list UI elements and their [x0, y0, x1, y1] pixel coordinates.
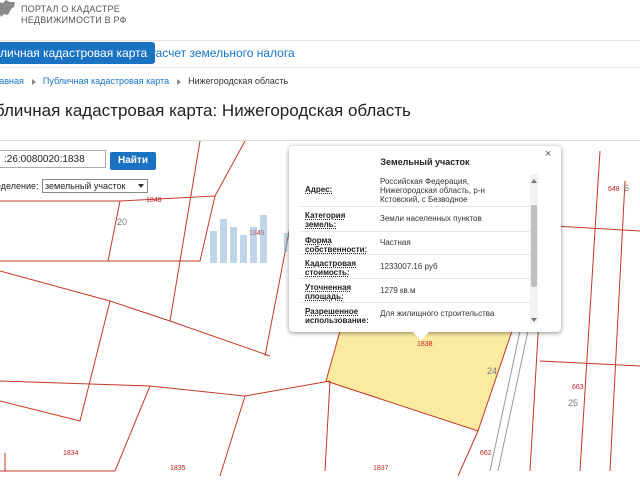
lot-number-label: 20: [117, 217, 128, 227]
detail-value: Для жилищного строительства: [380, 309, 495, 318]
parcel-boundary: [109, 300, 171, 322]
detail-value: 1233007.16 руб: [380, 262, 438, 271]
object-type-select[interactable]: земельный участок: [42, 179, 148, 193]
breadcrumb-separator-icon: [31, 78, 36, 85]
scroll-up-icon[interactable]: [531, 179, 537, 183]
detail-row-address: Адрес: Российская Федерация, Нижегородск…: [300, 174, 530, 207]
parcel-boundary: [149, 385, 246, 477]
parcel-boundary: [457, 430, 479, 477]
parcel-boundary: [0, 270, 111, 422]
breadcrumb-map-link[interactable]: Публичная кадастровая карта: [43, 76, 169, 86]
russia-map-logo-icon[interactable]: [0, 0, 16, 18]
parcel-boundary: [0, 380, 151, 472]
detail-key: Уточненная площадь:: [305, 283, 352, 301]
detail-row-area: Уточненная площадь: 1279 кв.м: [300, 279, 530, 303]
parcel-label: 1849: [249, 230, 265, 237]
parcel-boundary: [539, 360, 640, 367]
parcel-boundary: [244, 380, 331, 397]
parcel-boundary: [324, 380, 331, 472]
parcel-label: 1835: [170, 465, 186, 472]
lot-number-label: 6: [624, 183, 630, 193]
find-button[interactable]: Найти: [110, 152, 156, 170]
cadastral-number-input[interactable]: :26:0080020:1838: [0, 150, 106, 168]
breadcrumb-separator-icon: [177, 78, 182, 85]
parcel-label: 648: [608, 186, 620, 193]
main-nav: личная кадастровая карта Расчет земельно…: [0, 40, 640, 68]
parcel-label: 1837: [373, 465, 389, 472]
parcel-boundary: [554, 225, 640, 232]
tab-public-cadastral-map[interactable]: личная кадастровая карта: [0, 42, 156, 64]
tab-land-tax-calculation[interactable]: Расчет земельного налога: [148, 42, 295, 64]
detail-value: Земли населенных пунктов: [380, 214, 482, 223]
popup-scrollbar-thumb[interactable]: [531, 205, 537, 287]
detail-key: Форма собственности:: [305, 236, 368, 254]
detail-value: Российская Федерация, Нижегородская обла…: [380, 177, 485, 204]
lot-number-label: 24: [487, 366, 498, 376]
parcel-label: 663: [572, 384, 584, 391]
popup-details-table[interactable]: Адрес: Российская Федерация, Нижегородск…: [300, 174, 530, 324]
detail-row-ownership: Форма собственности: Частная: [300, 232, 530, 255]
breadcrumb: лавная Публичная кадастровая карта Нижегор…: [0, 76, 288, 86]
popup-pointer: [412, 331, 430, 340]
detail-key: Категория земель:: [305, 211, 346, 229]
detail-key: Адрес:: [305, 185, 333, 194]
breadcrumb-current: Нижегородская область: [188, 76, 289, 86]
detail-key: Разрешенное использование:: [305, 307, 369, 324]
logo-line-1: ПОРТАЛ О КАДАСТРЕ: [21, 4, 120, 14]
detail-value: Частная: [380, 238, 411, 247]
parcel-boundary: [169, 320, 271, 357]
parcel-boundary: [169, 141, 201, 322]
detail-row-usage: Разрешенное использование: Для жилищного…: [300, 303, 530, 324]
page-title: бличная кадастровая карта: Нижегородская…: [0, 101, 411, 120]
parcel-label: 1834: [63, 450, 79, 457]
site-header: ПОРТАЛ О КАДАСТРЕ НЕДВИЖИМОСТИ В РФ: [0, 0, 640, 38]
portal-logo-text[interactable]: ПОРТАЛ О КАДАСТРЕ НЕДВИЖИМОСТИ В РФ: [21, 4, 127, 26]
lot-number-label: 25: [568, 398, 579, 408]
object-type-selected: земельный участок: [45, 181, 126, 191]
parcel-label: 662: [480, 450, 492, 457]
parcel-boundary: [108, 195, 216, 262]
parcel-boundary: [214, 141, 246, 197]
logo-line-2: НЕДВИЖИМОСТИ В РФ: [21, 15, 127, 25]
detail-row-cost: Кадастровая стоимость: 1233007.16 руб: [300, 255, 530, 279]
detail-row-category: Категория земель: Земли населенных пункт…: [300, 207, 530, 232]
filter-label: еделение:: [0, 181, 39, 191]
parcel-boundary: [609, 180, 626, 472]
detail-key: Кадастровая стоимость:: [305, 259, 357, 277]
parcel-boundary: [0, 200, 121, 262]
parcel-label: 1838: [417, 341, 433, 348]
popup-title: Земельный участок: [380, 157, 470, 167]
scroll-down-icon[interactable]: [531, 318, 537, 322]
parcel-label: 1848: [146, 197, 162, 204]
parcel-boundary: [579, 150, 601, 472]
chevron-down-icon: [138, 184, 144, 188]
breadcrumb-home-link[interactable]: лавная: [0, 76, 24, 86]
detail-value: 1279 кв.м: [380, 286, 416, 295]
